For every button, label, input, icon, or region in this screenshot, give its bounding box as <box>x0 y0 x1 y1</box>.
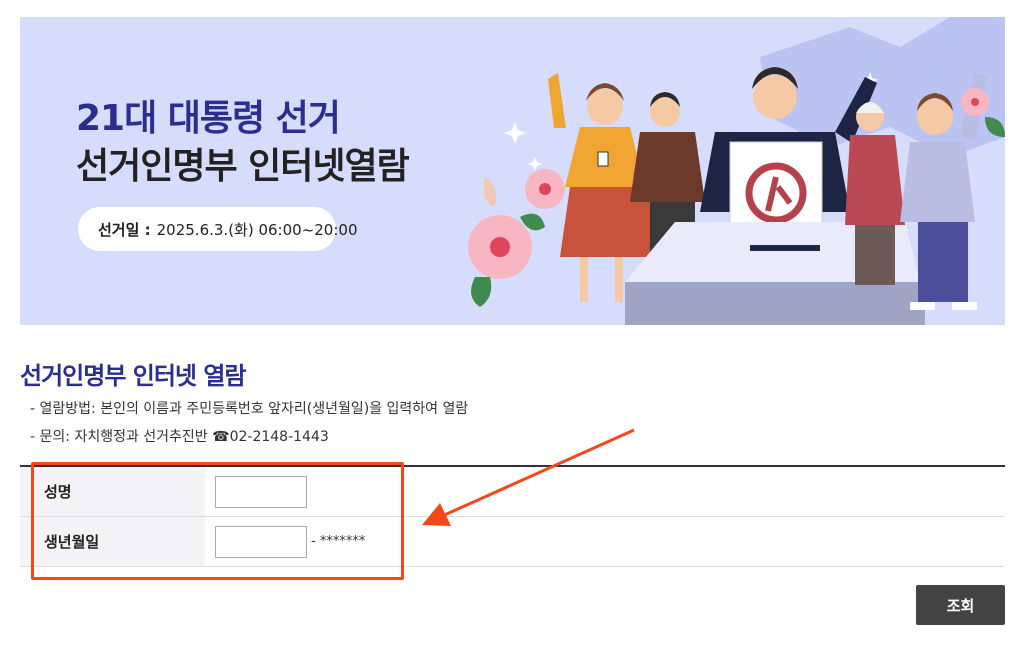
info-contact: 문의: 자치행정과 선거추진반 ☎02-2148-1443 <box>30 426 468 454</box>
election-day-label: 선거일 : <box>98 220 151 239</box>
info-list: 열람방법: 본인의 이름과 주민등록번호 앞자리(생년월일)을 입력하여 열람 … <box>30 398 469 454</box>
info-method: 열람방법: 본인의 이름과 주민등록번호 앞자리(생년월일)을 입력하여 열람 <box>30 398 469 426</box>
highlight-box <box>31 462 404 580</box>
election-day-value: 2025.6.3.(화) 06:00~20:00 <box>156 220 358 239</box>
section-title: 선거인명부 인터넷 열람 <box>20 362 247 390</box>
flower-left <box>468 169 565 307</box>
election-day-pill: 선거일 : 2025.6.3.(화) 06:00~20:00 <box>78 207 358 251</box>
election-banner: 21대 대통령 선거 선거인명부 인터넷열람 선거일 : 2025.6.3.(화… <box>20 17 1005 325</box>
banner-subtitle: 선거인명부 인터넷열람 <box>76 146 410 187</box>
banner-title: 21대 대통령 선거 <box>76 98 341 139</box>
banner-illustration <box>468 17 1005 325</box>
search-button[interactable]: 조회 <box>916 585 1005 625</box>
